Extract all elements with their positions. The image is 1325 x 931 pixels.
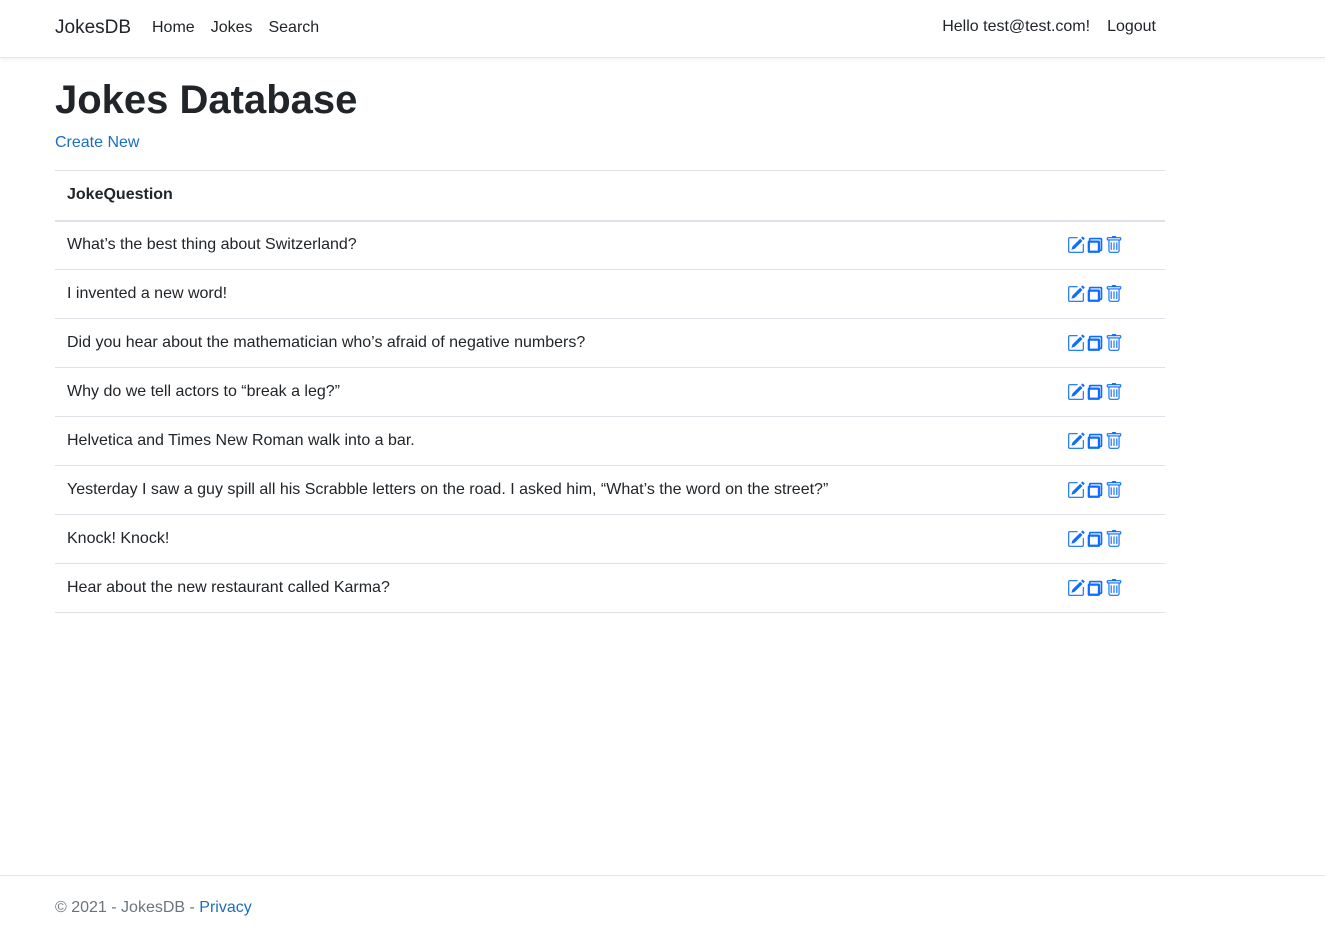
table-row: Knock! Knock! <box>55 514 1165 564</box>
nav-links: Home Jokes Search <box>152 19 319 37</box>
details-icon[interactable] <box>1086 481 1104 499</box>
trash-icon[interactable] <box>1105 333 1123 352</box>
joke-question-cell: Knock! Knock! <box>55 514 1055 564</box>
details-icon[interactable] <box>1086 334 1104 352</box>
row-actions <box>1055 465 1165 515</box>
table-body: What’s the best thing about Switzerland?… <box>55 220 1165 613</box>
edit-icon[interactable] <box>1067 530 1085 548</box>
trash-icon[interactable] <box>1105 284 1123 303</box>
details-icon[interactable] <box>1086 530 1104 548</box>
user-greeting-link[interactable]: Hello test@test.com! <box>942 18 1090 36</box>
edit-icon[interactable] <box>1067 481 1085 499</box>
details-icon[interactable] <box>1086 579 1104 597</box>
joke-question-cell: Yesterday I saw a guy spill all his Scra… <box>55 465 1055 515</box>
table-header-row: JokeQuestion <box>55 170 1165 222</box>
trash-icon[interactable] <box>1105 236 1123 254</box>
logout-button[interactable]: Logout <box>1107 18 1156 36</box>
trash-icon[interactable] <box>1105 578 1123 597</box>
user-menu: Hello test@test.com! Logout <box>942 18 1156 36</box>
joke-question-cell: What’s the best thing about Switzerland? <box>55 220 1055 270</box>
trash-icon[interactable] <box>1105 529 1123 548</box>
nav-home-link[interactable]: Home <box>152 19 195 37</box>
joke-question-cell: Helvetica and Times New Roman walk into … <box>55 416 1055 466</box>
footer-text: © 2021 - JokesDB - Privacy <box>55 899 252 917</box>
row-actions <box>1055 367 1165 417</box>
privacy-link[interactable]: Privacy <box>199 899 251 916</box>
edit-icon[interactable] <box>1067 432 1085 450</box>
details-icon[interactable] <box>1086 383 1104 401</box>
copyright-text: © 2021 - JokesDB - <box>55 899 200 916</box>
trash-icon[interactable] <box>1105 431 1123 450</box>
joke-question-header: JokeQuestion <box>55 170 1055 222</box>
edit-icon[interactable] <box>1067 579 1085 597</box>
table-row: Helvetica and Times New Roman walk into … <box>55 416 1165 466</box>
details-icon[interactable] <box>1086 285 1104 303</box>
row-actions <box>1055 318 1165 368</box>
details-icon[interactable] <box>1086 432 1104 450</box>
joke-question-cell: I invented a new word! <box>55 269 1055 319</box>
trash-icon[interactable] <box>1105 480 1123 499</box>
table-row: Hear about the new restaurant called Kar… <box>55 563 1165 613</box>
brand-link[interactable]: JokesDB <box>55 17 131 39</box>
joke-question-cell: Why do we tell actors to “break a leg?” <box>55 367 1055 417</box>
table-row: Did you hear about the mathematician who… <box>55 318 1165 368</box>
jokes-table: JokeQuestion What’s the best thing about… <box>55 170 1165 613</box>
row-actions <box>1055 514 1165 564</box>
edit-icon[interactable] <box>1067 236 1085 254</box>
edit-icon[interactable] <box>1067 383 1085 401</box>
joke-question-cell: Did you hear about the mathematician who… <box>55 318 1055 368</box>
table-row: Yesterday I saw a guy spill all his Scra… <box>55 465 1165 515</box>
table-row: Why do we tell actors to “break a leg?” <box>55 367 1165 417</box>
row-actions <box>1055 269 1165 319</box>
joke-question-cell: Hear about the new restaurant called Kar… <box>55 563 1055 613</box>
details-icon[interactable] <box>1086 236 1104 254</box>
table-row: I invented a new word! <box>55 269 1165 319</box>
create-new-link[interactable]: Create New <box>55 134 139 152</box>
nav-search-link[interactable]: Search <box>268 19 319 37</box>
edit-icon[interactable] <box>1067 334 1085 352</box>
row-actions <box>1055 220 1165 270</box>
nav-jokes-link[interactable]: Jokes <box>211 19 253 37</box>
page-title: Jokes Database <box>55 78 358 122</box>
row-actions <box>1055 563 1165 613</box>
row-actions <box>1055 416 1165 466</box>
actions-header <box>1055 170 1165 222</box>
table-row: What’s the best thing about Switzerland? <box>55 220 1165 270</box>
edit-icon[interactable] <box>1067 285 1085 303</box>
navbar: JokesDB Home Jokes Search Hello test@tes… <box>0 0 1325 58</box>
trash-icon[interactable] <box>1105 382 1123 401</box>
footer: © 2021 - JokesDB - Privacy <box>0 875 1325 931</box>
